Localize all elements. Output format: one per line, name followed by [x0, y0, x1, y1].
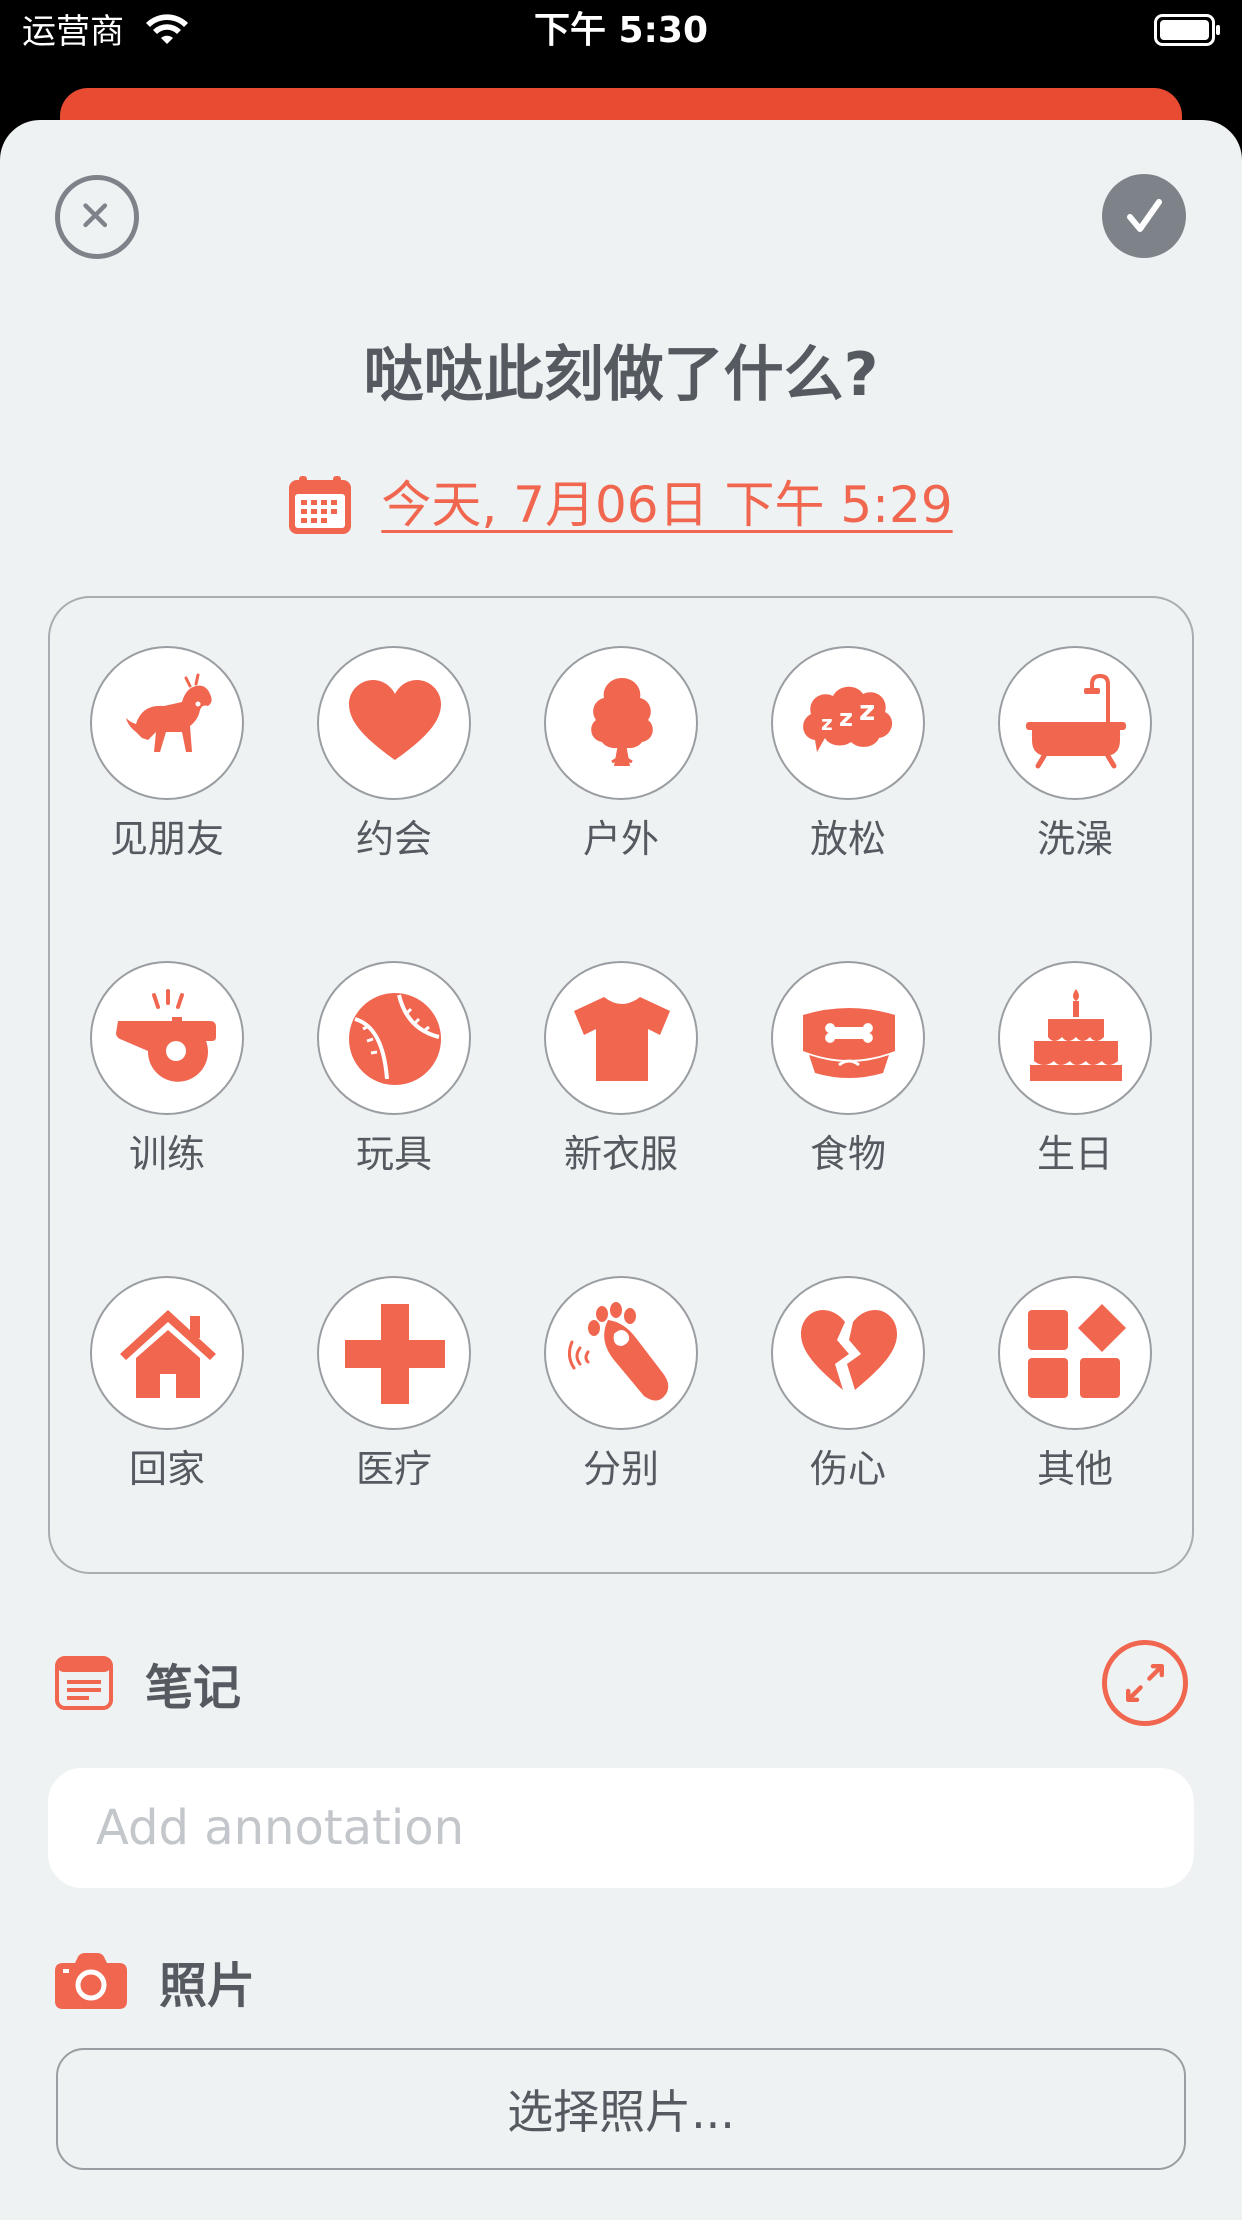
notes-section-header: 笔记 — [55, 1648, 241, 1718]
checkmark-icon — [1127, 199, 1162, 232]
photos-label: 照片 — [159, 1958, 256, 2014]
activity-birthday[interactable]: 生日 — [975, 961, 1175, 1201]
date-link[interactable]: 今天, 7月06日 下午 5:29 — [381, 475, 952, 535]
grid-icon — [1028, 1304, 1126, 1398]
activity-other[interactable]: 其他 — [975, 1276, 1175, 1516]
activity-label: 见朋友 — [109, 817, 224, 861]
waving-paw-icon — [568, 1302, 669, 1401]
annotation-input[interactable] — [48, 1768, 1194, 1888]
house-icon — [120, 1310, 216, 1398]
food-bowl-icon — [803, 1008, 895, 1078]
date-picker[interactable]: 今天, 7月06日 下午 5:29 — [0, 470, 1242, 540]
activity-food[interactable]: 食物 — [748, 961, 948, 1201]
activity-label: 约会 — [355, 817, 432, 861]
svg-text:z: z — [821, 711, 833, 735]
activity-medical[interactable]: 医疗 — [294, 1276, 494, 1516]
activity-label: 医疗 — [355, 1447, 432, 1491]
broken-heart-icon — [801, 1310, 897, 1390]
activity-outdoors[interactable]: 户外 — [521, 646, 721, 886]
activity-go-home[interactable]: 回家 — [67, 1276, 267, 1516]
activity-sad[interactable]: 伤心 — [748, 1276, 948, 1516]
activity-new-clothes[interactable]: 新衣服 — [521, 961, 721, 1201]
tree-icon — [591, 678, 653, 766]
activity-label: 放松 — [809, 817, 886, 861]
activity-label: 回家 — [128, 1447, 205, 1491]
heart-icon — [349, 680, 441, 760]
sleep-icon: z z z — [803, 686, 893, 752]
activity-label: 训练 — [128, 1132, 205, 1176]
bathtub-icon — [1026, 673, 1126, 769]
close-icon — [83, 203, 108, 228]
activity-meet-friends[interactable]: 见朋友 — [67, 646, 267, 886]
activity-label: 分别 — [582, 1447, 659, 1491]
activity-bath[interactable]: 洗澡 — [975, 646, 1175, 886]
dog-icon — [126, 673, 212, 752]
activity-toy[interactable]: 玩具 — [294, 961, 494, 1201]
choose-photo-button[interactable]: 选择照片... — [56, 2048, 1186, 2170]
activity-label: 洗澡 — [1036, 817, 1113, 861]
photos-section-header: 照片 — [55, 1946, 255, 2016]
cake-icon — [1030, 989, 1122, 1081]
battery-icon — [1154, 14, 1220, 46]
svg-text:z: z — [839, 704, 853, 732]
activity-relax[interactable]: z z z 放松 — [748, 646, 948, 886]
ball-icon — [349, 993, 441, 1085]
activity-label: 食物 — [809, 1132, 886, 1176]
close-button[interactable] — [55, 175, 139, 259]
activity-grid: 见朋友 约会 户外 z z z 放松 洗澡 训练 玩具 新衣服 食物 生日 回家… — [48, 596, 1194, 1574]
svg-text:z: z — [859, 694, 875, 727]
activity-date[interactable]: 约会 — [294, 646, 494, 886]
status-time: 下午 5:30 — [533, 10, 709, 51]
medical-cross-icon — [345, 1304, 445, 1404]
activity-farewell[interactable]: 分别 — [521, 1276, 721, 1516]
activity-label: 户外 — [582, 817, 659, 861]
status-bar: 运营商 下午 5:30 — [0, 0, 1242, 62]
activity-label: 生日 — [1036, 1132, 1113, 1176]
notes-label: 笔记 — [145, 1660, 242, 1716]
activity-label: 其他 — [1036, 1447, 1113, 1491]
page-title: 哒哒此刻做了什么? — [363, 340, 879, 410]
activity-label: 新衣服 — [563, 1132, 678, 1176]
activity-label: 伤心 — [809, 1447, 886, 1491]
notes-icon — [55, 1656, 113, 1710]
activity-label: 玩具 — [355, 1132, 432, 1176]
expand-icon — [1126, 1664, 1164, 1702]
calendar-icon — [289, 476, 352, 534]
tshirt-icon — [574, 997, 670, 1081]
camera-icon — [55, 1953, 127, 2009]
activity-training[interactable]: 训练 — [67, 961, 267, 1201]
whistle-icon — [116, 989, 216, 1082]
expand-notes-button[interactable] — [1102, 1640, 1188, 1726]
done-button[interactable] — [1102, 174, 1186, 258]
